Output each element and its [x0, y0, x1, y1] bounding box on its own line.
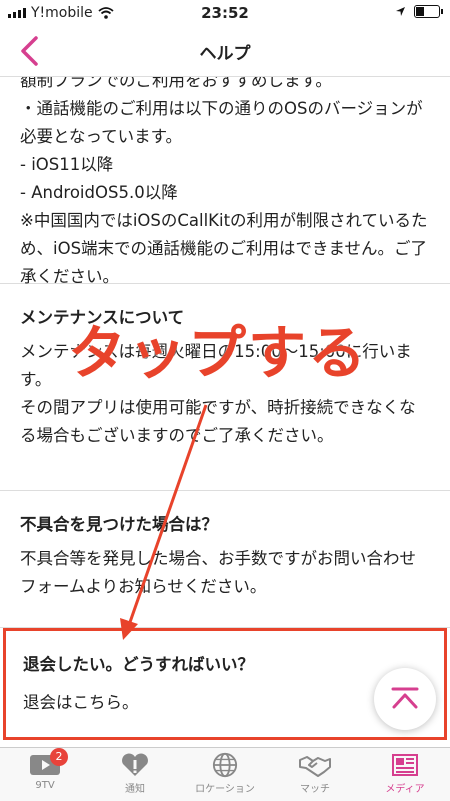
- tab-location[interactable]: ロケーション: [180, 748, 270, 801]
- tab-match[interactable]: マッチ: [270, 748, 360, 801]
- handshake-icon: [299, 756, 331, 777]
- tap-annotation-label: タップする: [68, 319, 369, 387]
- status-time: 23:52: [201, 4, 249, 22]
- tab-bar: 2 9TV 通知 ロケーション マッチ メディア: [0, 747, 450, 801]
- tab-label: 9TV: [35, 780, 55, 791]
- tab-media[interactable]: メディア: [360, 748, 450, 801]
- notification-badge: 2: [50, 748, 68, 766]
- heart-alert-icon: [122, 753, 148, 776]
- help-content: 額制プランでのご利用をおすすめします。 ・通話機能のご利用は以下の通りのOSのバ…: [0, 77, 450, 747]
- tab-label: マッチ: [300, 784, 330, 795]
- chevron-up-icon: [391, 687, 419, 709]
- withdraw-link[interactable]: 退会はこちら。: [23, 689, 424, 717]
- faq-question: 退会したい。どうすればいい？: [23, 655, 254, 674]
- status-bar: Y!mobile 23:52: [0, 0, 450, 26]
- faq-answer: 額制プランでのご利用をおすすめします。 ・通話機能のご利用は以下の通りのOSのバ…: [20, 77, 428, 286]
- page-title: ヘルプ: [199, 44, 251, 64]
- globe-icon: [212, 752, 238, 778]
- navigation-bar: ヘルプ: [0, 26, 450, 77]
- tab-9tv[interactable]: 2 9TV: [0, 748, 90, 801]
- newspaper-icon: [392, 754, 418, 776]
- tab-label: メディア: [385, 784, 425, 795]
- tab-notifications[interactable]: 通知: [90, 748, 180, 801]
- tab-label: ロケーション: [195, 784, 255, 795]
- battery-icon: [414, 5, 443, 18]
- location-arrow-icon: [396, 7, 405, 16]
- faq-section-bug: 不具合を見つけた場合は？ 不具合等を発見した場合、お手数ですがお問い合わせフォー…: [0, 491, 450, 628]
- faq-section-os: 額制プランでのご利用をおすすめします。 ・通話機能のご利用は以下の通りのOSのバ…: [0, 77, 450, 286]
- scroll-top-button[interactable]: [374, 668, 436, 730]
- faq-question: 不具合を見つけた場合は？: [20, 515, 218, 534]
- faq-answer: 不具合等を発見した場合、お手数ですがお問い合わせフォームよりお知らせください。: [20, 549, 416, 596]
- tab-label: 通知: [125, 784, 145, 795]
